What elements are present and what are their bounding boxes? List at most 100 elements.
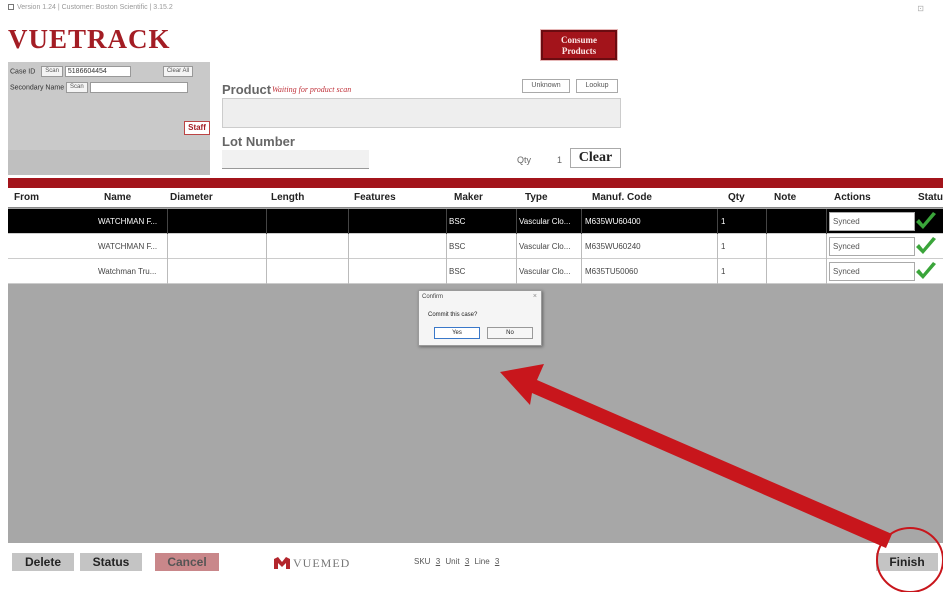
cell-maker: BSC (449, 242, 466, 251)
case-panel-footer (8, 150, 210, 175)
col-divider (717, 209, 718, 234)
col-divider (766, 259, 767, 284)
action-select[interactable]: Synced (829, 212, 915, 231)
col-actions[interactable]: Actions (834, 192, 871, 203)
col-name[interactable]: Name (104, 192, 131, 203)
lot-number-label: Lot Number (222, 134, 295, 149)
col-divider (826, 234, 827, 259)
consume-products-button[interactable]: Consume Products (541, 30, 617, 60)
col-divider (167, 234, 168, 259)
col-divider (766, 234, 767, 259)
cell-type: Vascular Clo... (519, 242, 571, 251)
cell-maker: BSC (449, 267, 466, 276)
product-field[interactable] (222, 98, 621, 128)
col-divider (167, 209, 168, 234)
col-divider (516, 234, 517, 259)
line-label: Line (474, 557, 490, 566)
cell-qty: 1 (721, 217, 726, 226)
cell-name: Watchman Tru... (98, 267, 157, 276)
col-divider (826, 259, 827, 284)
window-controls[interactable]: ⊡ (917, 4, 924, 13)
col-divider (446, 209, 447, 234)
cell-manuf-code: M635TU50060 (585, 267, 638, 276)
cell-qty: 1 (721, 267, 726, 276)
case-id-input[interactable]: 5186604454 (64, 66, 131, 77)
case-id-label: Case ID (10, 68, 36, 76)
col-length[interactable]: Length (271, 192, 304, 203)
secondary-name-label: Secondary Name (10, 84, 65, 92)
line-value: 3 (494, 557, 500, 566)
clear-all-button[interactable]: Clear All (162, 66, 194, 77)
case-id-row: Case ID Scan 5186604454 Clear All (10, 66, 194, 79)
delete-button[interactable]: Delete (12, 553, 74, 571)
app-window: Version 1.24 | Customer: Boston Scientif… (0, 0, 943, 592)
unit-label: Unit (445, 557, 460, 566)
sku-value: 3 (435, 557, 441, 566)
cell-maker: BSC (449, 217, 466, 226)
col-divider (266, 209, 267, 234)
cell-type: Vascular Clo... (519, 267, 571, 276)
confirm-dialog: Confirm × Commit this case? Yes No (418, 290, 542, 346)
checkmark-icon (916, 212, 936, 229)
unknown-button[interactable]: Unknown (522, 79, 570, 93)
case-panel: Case ID Scan 5186604454 Clear All Second… (8, 62, 210, 175)
cell-manuf-code: M635WU60400 (585, 217, 641, 226)
checkmark-icon (916, 262, 936, 279)
count-summary: SKU 3 Unit 3 Line 3 (414, 557, 502, 566)
secondary-name-input[interactable] (89, 82, 188, 93)
cancel-button[interactable]: Cancel (155, 553, 219, 571)
no-button[interactable]: No (487, 327, 533, 339)
status-button[interactable]: Status (80, 553, 142, 571)
col-from[interactable]: From (14, 192, 39, 203)
col-divider (581, 259, 582, 284)
col-qty[interactable]: Qty (728, 192, 745, 203)
col-features[interactable]: Features (354, 192, 396, 203)
clear-button[interactable]: Clear (570, 148, 621, 168)
unit-value: 3 (464, 557, 470, 566)
col-divider (266, 259, 267, 284)
cell-manuf-code: M635WU60240 (585, 242, 641, 251)
title-bar: Version 1.24 | Customer: Boston Scientif… (8, 4, 938, 20)
close-icon[interactable]: × (533, 293, 537, 300)
vuemed-logo-icon (274, 557, 290, 569)
table-row[interactable]: WATCHMAN F... BSC Vascular Clo... M635WU… (8, 209, 943, 234)
case-id-scan-button[interactable]: Scan (41, 66, 63, 77)
col-divider (581, 234, 582, 259)
col-note[interactable]: Note (774, 192, 796, 203)
col-divider (717, 259, 718, 284)
col-divider (717, 234, 718, 259)
yes-button[interactable]: Yes (434, 327, 480, 339)
col-divider (167, 259, 168, 284)
cell-name: WATCHMAN F... (98, 217, 158, 226)
lookup-button[interactable]: Lookup (576, 79, 618, 93)
cell-type: Vascular Clo... (519, 217, 571, 226)
col-divider (516, 209, 517, 234)
qty-value[interactable]: 1 (557, 155, 562, 165)
sku-label: SKU (414, 557, 431, 566)
vuemed-brand: VUEMED (293, 556, 351, 570)
col-status[interactable]: Status (918, 192, 943, 203)
window-title: Version 1.24 | Customer: Boston Scientif… (17, 4, 173, 11)
staff-button[interactable]: Staff (184, 121, 210, 135)
col-divider (516, 259, 517, 284)
products-table: From Name Diameter Length Features Maker… (8, 188, 943, 543)
secondary-scan-button[interactable]: Scan (66, 82, 88, 93)
finish-button[interactable]: Finish (876, 553, 938, 571)
col-diameter[interactable]: Diameter (170, 192, 213, 203)
cell-name: WATCHMAN F... (98, 242, 158, 251)
col-divider (766, 209, 767, 234)
col-maker[interactable]: Maker (454, 192, 483, 203)
dialog-message: Commit this case? (428, 312, 478, 318)
cell-qty: 1 (721, 242, 726, 251)
action-select[interactable]: Synced (829, 262, 915, 281)
col-manuf-code[interactable]: Manuf. Code (592, 192, 652, 203)
table-row[interactable]: WATCHMAN F... BSC Vascular Clo... M635WU… (8, 234, 943, 259)
col-divider (348, 259, 349, 284)
lot-number-input[interactable] (222, 150, 369, 169)
action-select[interactable]: Synced (829, 237, 915, 256)
col-divider (581, 209, 582, 234)
table-row[interactable]: Watchman Tru... BSC Vascular Clo... M635… (8, 259, 943, 284)
product-label: Product (222, 82, 272, 97)
col-type[interactable]: Type (525, 192, 548, 203)
divider-bar (8, 178, 943, 188)
